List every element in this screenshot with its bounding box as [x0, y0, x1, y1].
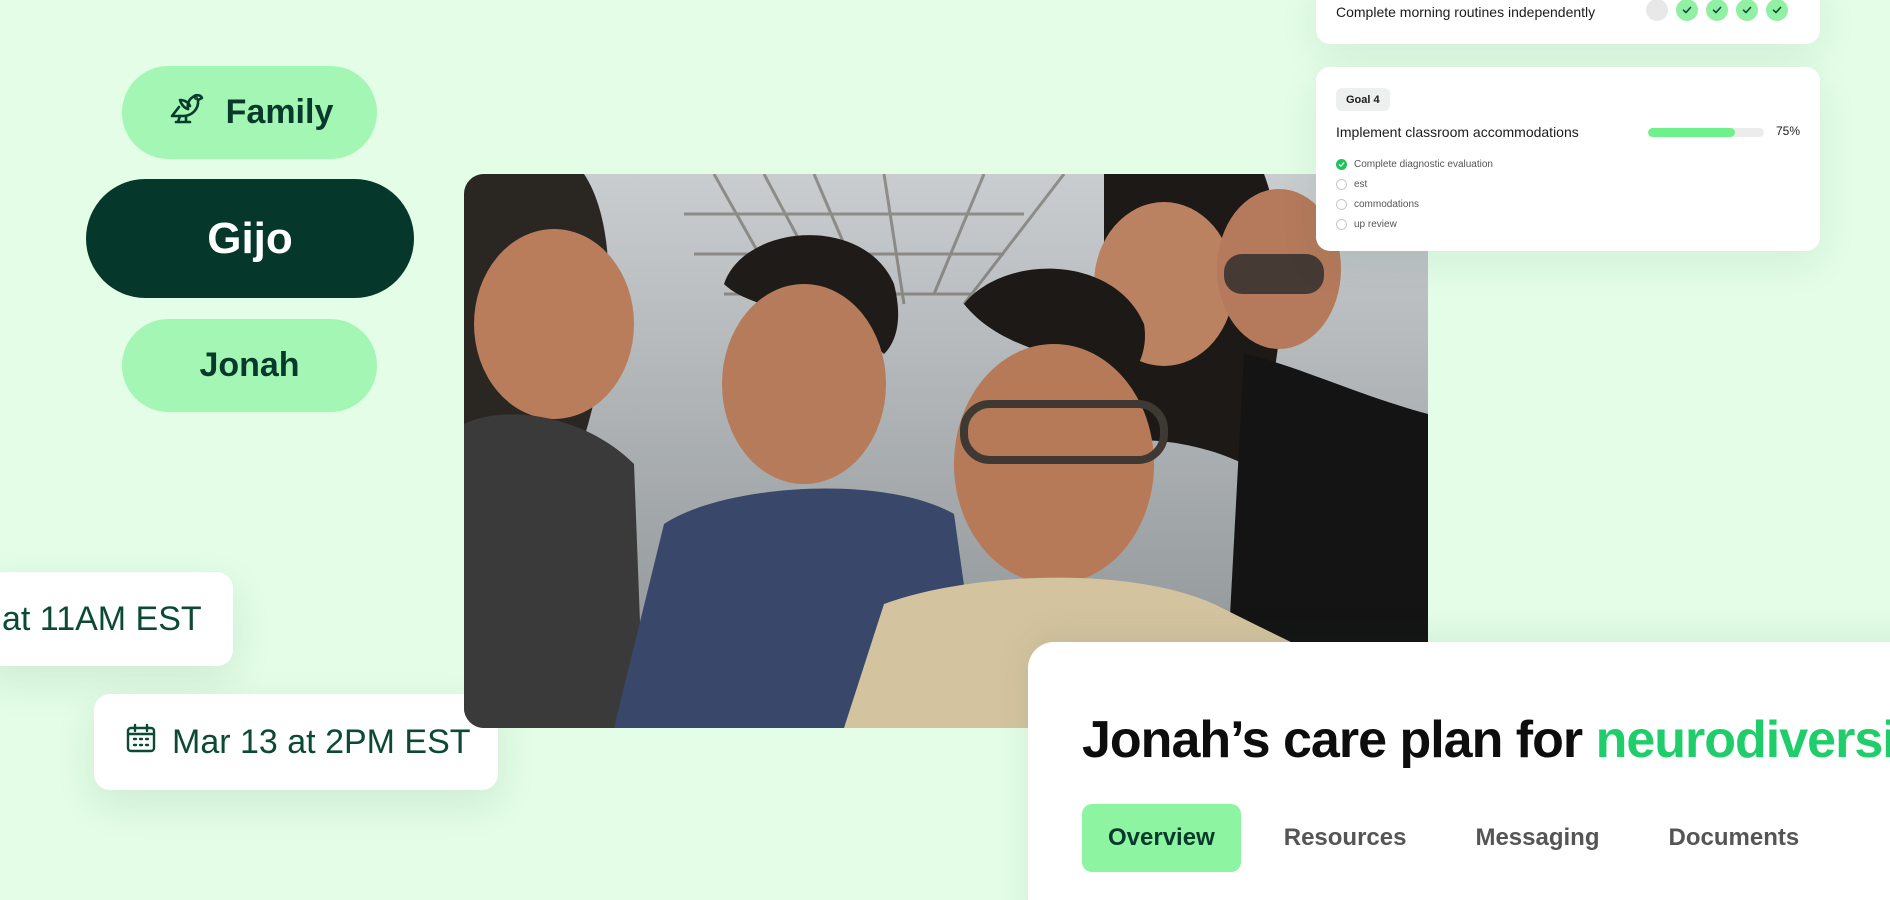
goal-progress-bar: [1648, 128, 1764, 137]
bird-icon: [166, 87, 208, 138]
calendar-icon: [124, 721, 158, 764]
goal-title: Implement classroom accommodations: [1336, 124, 1579, 140]
goal-title: Complete morning routines independently: [1336, 4, 1596, 20]
subtask-text: est: [1354, 178, 1368, 190]
subtask-text: Complete diagnostic evaluation: [1354, 158, 1493, 170]
subtask-item[interactable]: up review: [1336, 214, 1493, 234]
check-icon: [1336, 158, 1347, 170]
person-name: Jonah: [199, 346, 300, 384]
step-incomplete-dot: [1646, 0, 1668, 21]
subtask-text: commodations: [1354, 198, 1420, 210]
care-plan-card: Jonah’s care plan for neurodiversity Ove…: [1028, 642, 1890, 900]
goal-badge: Goal 4: [1336, 88, 1390, 111]
subtask-item[interactable]: est: [1336, 174, 1493, 194]
step-check-icon: [1706, 0, 1728, 21]
step-check-icon: [1736, 0, 1758, 21]
person-name: Gijo: [207, 213, 293, 263]
subtask-text: up review: [1354, 218, 1397, 230]
goal-card-4[interactable]: Goal 4 Implement classroom accommodation…: [1316, 67, 1820, 251]
goal-card[interactable]: Complete morning routines independently: [1316, 0, 1820, 44]
unchecked-icon: [1336, 218, 1347, 230]
appointment-time: at 11AM EST: [2, 599, 202, 638]
care-plan-title-prefix: Jonah’s care plan for: [1082, 711, 1596, 769]
care-plan-tabs: Overview Resources Messaging Documents: [1082, 804, 1842, 872]
step-indicators: [1646, 0, 1788, 21]
subtask-item[interactable]: Complete diagnostic evaluation: [1336, 154, 1493, 174]
care-plan-title-accent: neurodiversity: [1595, 711, 1890, 769]
unchecked-icon: [1336, 178, 1347, 190]
person-pill-gijo[interactable]: Gijo: [86, 179, 414, 298]
appointment-card: Mar 13 at 2PM EST: [94, 694, 498, 790]
appointment-time: Mar 13 at 2PM EST: [172, 722, 471, 761]
care-plan-title: Jonah’s care plan for neurodiversity: [1082, 710, 1890, 770]
family-pill[interactable]: Family: [122, 66, 377, 159]
goal-progress-fill: [1648, 128, 1735, 137]
tab-resources[interactable]: Resources: [1258, 804, 1433, 872]
subtask-list: Complete diagnostic evaluation est commo…: [1336, 154, 1493, 234]
step-check-icon: [1676, 0, 1698, 21]
unchecked-icon: [1336, 198, 1347, 210]
subtask-item[interactable]: commodations: [1336, 194, 1493, 214]
goal-progress-label: 75%: [1776, 124, 1801, 138]
tab-overview[interactable]: Overview: [1082, 804, 1241, 872]
person-pill-jonah[interactable]: Jonah: [122, 319, 377, 412]
tab-documents[interactable]: Documents: [1643, 804, 1826, 872]
tab-messaging[interactable]: Messaging: [1449, 804, 1625, 872]
family-label: Family: [225, 93, 334, 131]
appointment-card: at 11AM EST: [0, 572, 233, 666]
step-check-icon: [1766, 0, 1788, 21]
